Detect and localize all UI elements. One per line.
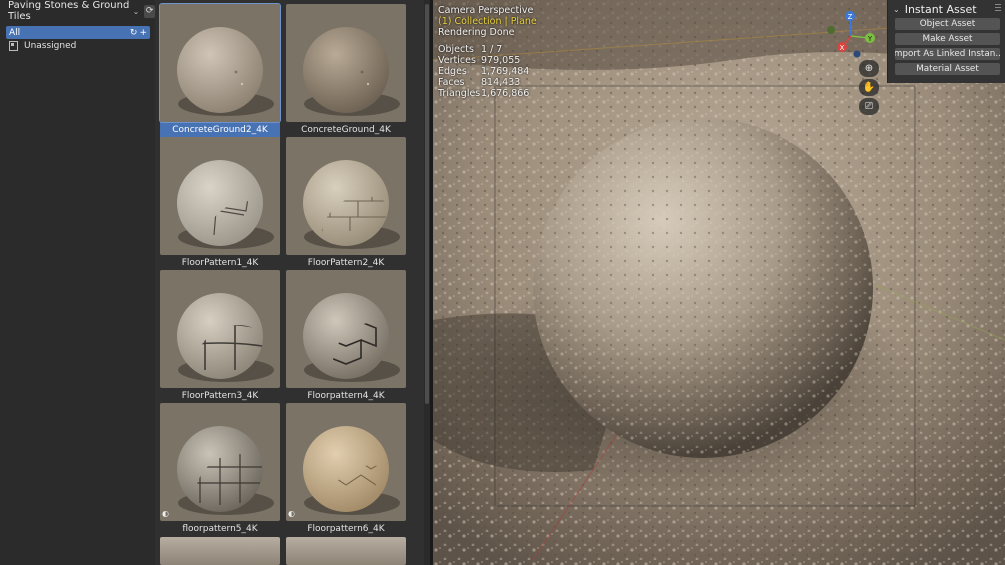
asset-card[interactable]: FloorPattern2_4K: [286, 137, 406, 271]
axis-z-label: Z: [848, 13, 853, 21]
stat-value: 979,055: [481, 55, 521, 66]
asset-card[interactable]: ◐ Floorpattern6_4K: [286, 403, 406, 537]
refresh-icon[interactable]: ⟳: [144, 4, 155, 18]
link-icon: ◐: [288, 509, 295, 518]
collection-label: (1) Collection | Plane: [438, 16, 537, 27]
stat-value: 1 / 7: [481, 44, 503, 55]
asset-name: FloorPattern2_4K: [307, 258, 385, 268]
stat-value: 1,676,866: [481, 88, 530, 99]
asset-card[interactable]: FloorPattern1_4K: [160, 137, 280, 271]
stat-label: Faces: [438, 77, 465, 88]
asset-card[interactable]: Floorpattern4_4K: [286, 270, 406, 404]
camera-label: Camera Perspective: [438, 5, 534, 16]
make-asset-button[interactable]: Make Asset: [895, 33, 1000, 45]
panel-header[interactable]: ⌄ Instant Asset: [888, 0, 1005, 18]
asset-thumbnail[interactable]: ◐: [160, 403, 280, 521]
stat-label: Triangles: [438, 88, 481, 99]
panel-title: Instant Asset: [904, 2, 977, 16]
render-status: Rendering Done: [438, 27, 515, 38]
drag-grip-icon[interactable]: [995, 4, 1001, 11]
asset-name: floorpattern5_4K: [182, 524, 258, 534]
asset-name: Floorpattern6_4K: [307, 524, 385, 534]
catalog-tree: All ↻ + Unassigned: [6, 26, 150, 52]
material-asset-button[interactable]: Material Asset: [895, 63, 1000, 75]
asset-thumbnail[interactable]: [159, 3, 281, 123]
add-catalog-icon[interactable]: +: [139, 28, 147, 38]
library-selector[interactable]: Paving Stones & Ground Tiles ⌄ ⟳: [0, 0, 155, 22]
catalog-refresh-icon[interactable]: ↻: [130, 28, 138, 38]
catalog-item-label: Unassigned: [24, 40, 77, 51]
catalog-panel: Paving Stones & Ground Tiles ⌄ ⟳ All ↻ +…: [0, 0, 155, 565]
asset-thumbnail[interactable]: [160, 270, 280, 388]
stat-label: Objects: [438, 44, 474, 55]
document-icon: [9, 40, 18, 51]
3d-viewport[interactable]: Camera Perspective (1) Collection | Plan…: [433, 0, 1005, 565]
asset-thumbnail[interactable]: [286, 4, 406, 122]
instant-asset-panel: ⌄ Instant Asset Object Asset Make Asset …: [887, 0, 1005, 83]
asset-card[interactable]: ◐ floorpattern5_4K: [160, 403, 280, 537]
scene-statistics: Objects 1 / 7 Vertices 979,055 Edges 1,769,…: [438, 44, 537, 99]
camera-view-icon[interactable]: ⎚: [859, 98, 879, 115]
asset-card-partial[interactable]: [286, 537, 406, 565]
object-asset-button[interactable]: Object Asset: [895, 18, 1000, 30]
stat-label: Edges: [438, 66, 467, 77]
asset-card-partial[interactable]: [160, 537, 280, 565]
navigation-gizmo[interactable]: Z Y X: [823, 8, 878, 58]
asset-card[interactable]: ConcreteGround2_4K: [159, 3, 281, 138]
scrollbar-thumb[interactable]: [425, 4, 429, 404]
asset-name: ConcreteGround_4K: [301, 125, 391, 135]
library-name[interactable]: Paving Stones & Ground Tiles: [8, 0, 130, 22]
catalog-item-all[interactable]: All ↻ +: [6, 26, 150, 39]
asset-thumbnail[interactable]: [286, 537, 406, 565]
link-icon: ◐: [162, 509, 169, 518]
asset-thumbnail[interactable]: [286, 137, 406, 255]
chevron-down-icon[interactable]: ⌄: [133, 7, 140, 16]
stat-value: 814,433: [481, 77, 521, 88]
asset-thumbnail[interactable]: [286, 270, 406, 388]
catalog-item-unassigned[interactable]: Unassigned: [6, 39, 150, 52]
asset-name: Floorpattern4_4K: [307, 391, 385, 401]
asset-grid: ConcreteGround2_4K ConcreteGround_4K Floor…: [155, 0, 430, 565]
import-linked-instance-button[interactable]: Import As Linked Instan...: [895, 48, 1000, 60]
asset-name: FloorPattern1_4K: [181, 258, 259, 268]
stat-label: Vertices: [438, 55, 476, 66]
asset-thumbnail[interactable]: [160, 537, 280, 565]
asset-thumbnail[interactable]: ◐: [286, 403, 406, 521]
pan-hand-icon[interactable]: ✋: [859, 79, 879, 96]
viewport-info: Camera Perspective (1) Collection | Plan…: [438, 5, 537, 99]
stat-value: 1,769,484: [481, 66, 530, 77]
asset-name: FloorPattern3_4K: [181, 391, 259, 401]
asset-card[interactable]: ConcreteGround_4K: [286, 4, 406, 138]
axis-x-label: X: [840, 44, 845, 52]
asset-name: ConcreteGround2_4K: [160, 122, 280, 138]
axis-y-label: Y: [867, 35, 873, 43]
chevron-down-icon[interactable]: ⌄: [893, 5, 900, 14]
catalog-item-label: All: [9, 27, 21, 38]
asset-card[interactable]: FloorPattern3_4K: [160, 270, 280, 404]
asset-thumbnail[interactable]: [160, 137, 280, 255]
zoom-icon[interactable]: ⊕: [859, 60, 879, 77]
